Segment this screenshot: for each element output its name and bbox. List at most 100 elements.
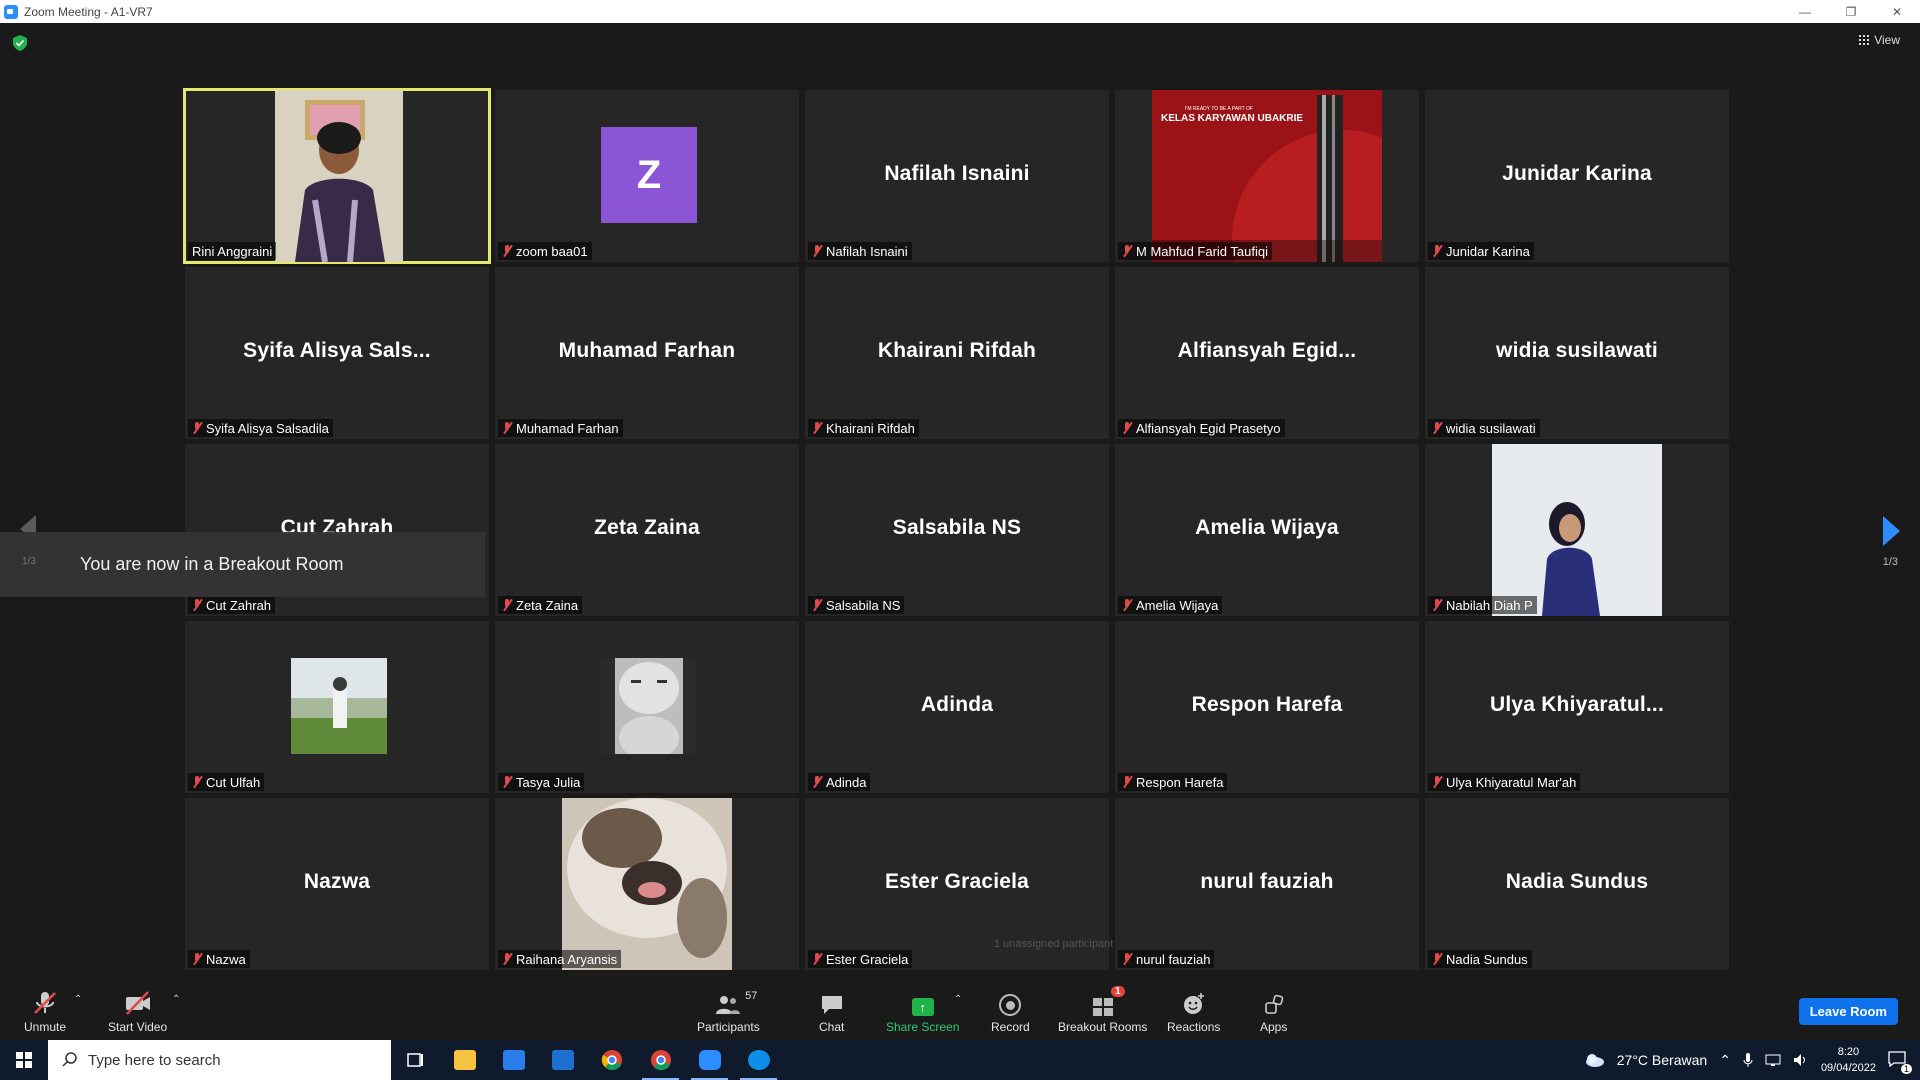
participant-tile[interactable]: Nazwa Nazwa — [185, 798, 489, 970]
muted-mic-icon — [502, 599, 512, 611]
participant-name-label: zoom baa01 — [498, 242, 592, 260]
participant-tile[interactable]: Ulya Khiyaratul... Ulya Khiyaratul Mar'a… — [1425, 621, 1729, 793]
participant-tile[interactable]: Nafilah Isnaini Nafilah Isnaini — [805, 90, 1109, 262]
microsoft-store-icon[interactable] — [489, 1040, 538, 1080]
weather-text[interactable]: 27°C Berawan — [1617, 1052, 1707, 1068]
participant-name-label: Nadia Sundus — [1428, 950, 1532, 968]
muted-mic-icon — [192, 422, 202, 434]
taskbar-search-box[interactable]: Type here to search — [48, 1040, 391, 1080]
close-icon[interactable]: ✕ — [1874, 0, 1920, 23]
participant-tile[interactable]: Raihana Aryansis — [495, 798, 799, 970]
system-tray: 27°C Berawan ⌃ 8:20 09/04/2022 1 — [1585, 1040, 1920, 1080]
zoom-taskbar-icon[interactable] — [685, 1040, 734, 1080]
participant-display-name: Syifa Alisya Sals... — [243, 339, 431, 362]
muted-mic-icon — [1122, 953, 1132, 965]
file-explorer-icon[interactable] — [440, 1040, 489, 1080]
participant-name-label: Adinda — [808, 773, 871, 791]
record-button[interactable]: Record — [991, 990, 1030, 1034]
participant-name-label: Zeta Zaina — [498, 596, 583, 614]
participant-display-name: Muhamad Farhan — [558, 339, 736, 362]
participant-display-name: Nafilah Isnaini — [884, 162, 1030, 185]
participant-tile[interactable]: Respon Harefa Respon Harefa — [1115, 621, 1419, 793]
participant-tile[interactable]: Salsabila NS Salsabila NS — [805, 444, 1109, 616]
share-screen-button[interactable]: ↑ Share Screen — [886, 990, 959, 1034]
participant-display-name: Alfiansyah Egid... — [1177, 339, 1357, 362]
participant-tile[interactable]: Tasya Julia — [495, 621, 799, 793]
muted-mic-icon — [1432, 953, 1442, 965]
participant-photo — [562, 798, 732, 970]
start-video-button[interactable]: Start Video — [108, 990, 167, 1034]
chrome-icon[interactable] — [587, 1040, 636, 1080]
participant-name-label: Salsabila NS — [808, 596, 905, 614]
muted-mic-icon — [812, 422, 822, 434]
mail-icon[interactable] — [538, 1040, 587, 1080]
participant-tile[interactable]: nurul fauziah nurul fauziah — [1115, 798, 1419, 970]
start-button[interactable] — [0, 1040, 48, 1080]
muted-mic-icon — [1122, 422, 1132, 434]
volume-icon[interactable] — [1793, 1053, 1809, 1067]
participant-tile[interactable]: Junidar Karina Junidar Karina — [1425, 90, 1729, 262]
participant-name-label: nurul fauziah — [1118, 950, 1215, 968]
share-options-caret-icon[interactable]: ⌃ — [954, 994, 962, 1005]
participant-tile[interactable]: Alfiansyah Egid... Alfiansyah Egid Prase… — [1115, 267, 1419, 439]
audio-options-caret-icon[interactable]: ⌃ — [74, 994, 82, 1005]
taskbar-clock[interactable]: 8:20 09/04/2022 — [1821, 1044, 1876, 1076]
banner-small-text: I'M READY TO BE A PART OF — [1185, 106, 1253, 112]
participant-display-name: Khairani Rifdah — [877, 339, 1037, 362]
participant-tile[interactable]: Nabilah Diah P — [1425, 444, 1729, 616]
leave-room-button[interactable]: Leave Room — [1798, 998, 1898, 1025]
video-options-caret-icon[interactable]: ⌃ — [172, 994, 180, 1005]
participant-display-name: nurul fauziah — [1200, 870, 1334, 893]
muted-mic-icon — [812, 245, 822, 257]
window-titlebar: Zoom Meeting - A1-VR7 — ❐ ✕ — [0, 0, 1920, 23]
chrome-profile-icon[interactable] — [636, 1040, 685, 1080]
participant-tile[interactable]: Khairani Rifdah Khairani Rifdah — [805, 267, 1109, 439]
task-view-icon[interactable] — [391, 1040, 440, 1080]
participant-tile[interactable]: Nadia Sundus Nadia Sundus — [1425, 798, 1729, 970]
participant-name-label: Alfiansyah Egid Prasetyo — [1118, 419, 1285, 437]
participant-tile[interactable]: Cut Ulfah — [185, 621, 489, 793]
chat-button[interactable]: Chat — [819, 990, 844, 1034]
view-button[interactable]: View — [1859, 33, 1900, 47]
participant-name-label: M Mahfud Farid Taufiqi — [1118, 242, 1272, 260]
participant-display-name: Salsabila NS — [892, 516, 1022, 539]
breakout-room-notification: 1/3 You are now in a Breakout Room — [0, 532, 485, 597]
security-shield-icon[interactable] — [13, 35, 27, 51]
muted-mic-icon — [192, 776, 202, 788]
participant-photo — [1492, 444, 1662, 616]
muted-mic-icon — [502, 422, 512, 434]
network-icon[interactable] — [1765, 1053, 1781, 1067]
participant-tile[interactable]: Zeta Zaina Zeta Zaina — [495, 444, 799, 616]
participant-tile[interactable]: I'M READY TO BE A PART OF KELAS KARYAWAN… — [1115, 90, 1419, 262]
apps-button[interactable]: Apps — [1260, 990, 1287, 1034]
breakout-rooms-label: Breakout Rooms — [1058, 1020, 1148, 1034]
notification-center-icon[interactable]: 1 — [1888, 1050, 1912, 1074]
participant-tile[interactable]: Rini Anggraini — [183, 88, 491, 264]
muted-mic-icon — [502, 776, 512, 788]
participant-name-label: Tasya Julia — [498, 773, 585, 791]
teamviewer-icon[interactable] — [734, 1040, 783, 1080]
clock-time: 8:20 — [1837, 1046, 1860, 1058]
muted-mic-icon — [502, 245, 512, 257]
participant-tile[interactable]: widia susilawati widia susilawati — [1425, 267, 1729, 439]
unmute-button[interactable]: Unmute — [24, 990, 66, 1034]
participants-button[interactable]: 57 Participants — [697, 990, 760, 1034]
participant-tile[interactable]: Syifa Alisya Sals... Syifa Alisya Salsad… — [185, 267, 489, 439]
tray-overflow-chevron-icon[interactable]: ⌃ — [1719, 1052, 1731, 1069]
participant-tile[interactable]: Adinda Adinda — [805, 621, 1109, 793]
participant-tile[interactable]: Z zoom baa01 — [495, 90, 799, 262]
minimize-icon[interactable]: — — [1782, 0, 1828, 23]
muted-mic-icon — [812, 776, 822, 788]
next-page-arrow-icon[interactable] — [1883, 516, 1900, 546]
breakout-rooms-button[interactable]: 1 Breakout Rooms — [1058, 986, 1148, 1034]
unassigned-participant-note: 1 unassigned participant — [994, 938, 1114, 950]
participant-avatar: Z — [601, 127, 697, 223]
reactions-button[interactable]: Reactions — [1167, 990, 1220, 1034]
restore-icon[interactable]: ❐ — [1828, 0, 1874, 23]
apps-icon — [1264, 994, 1283, 1014]
participant-tile[interactable]: Muhamad Farhan Muhamad Farhan — [495, 267, 799, 439]
microphone-tray-icon[interactable] — [1743, 1052, 1753, 1068]
unmute-label: Unmute — [24, 1020, 67, 1034]
participant-tile[interactable]: Amelia Wijaya Amelia Wijaya — [1115, 444, 1419, 616]
windows-taskbar: Type here to search 27°C Berawan ⌃ 8:20 … — [0, 1040, 1920, 1080]
